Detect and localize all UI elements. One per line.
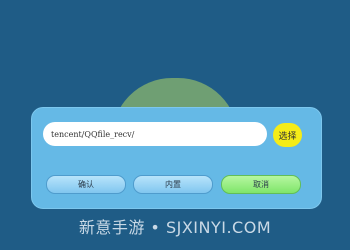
path-select-dialog: 选择 确认 内置 取消 (31, 107, 322, 209)
choose-button[interactable]: 选择 (273, 123, 302, 147)
cancel-button[interactable]: 取消 (221, 175, 301, 194)
builtin-button[interactable]: 内置 (133, 175, 213, 194)
path-input[interactable] (43, 122, 267, 146)
confirm-button[interactable]: 确认 (46, 175, 126, 194)
watermark: 新意手游 • SJXINYI.COM (78, 218, 272, 237)
